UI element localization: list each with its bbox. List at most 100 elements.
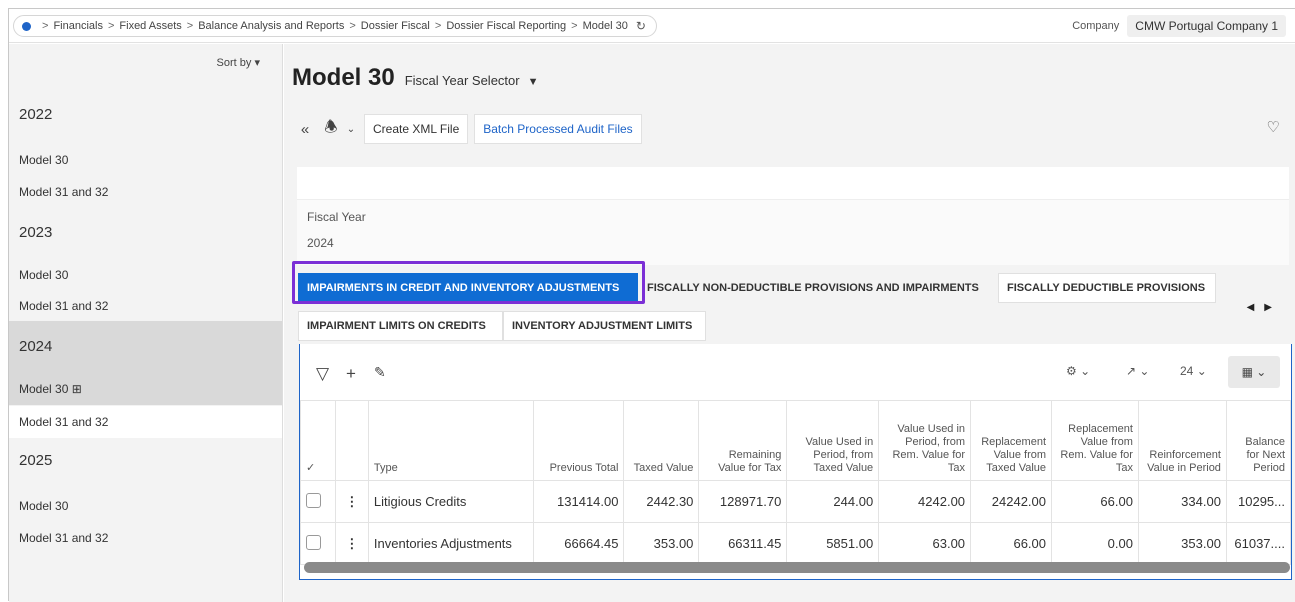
add-icon[interactable]: + <box>346 364 356 384</box>
tab-scroll-arrows-icon[interactable]: ◀▶ <box>1247 302 1282 313</box>
sidebar-item-label: Model 30 <box>19 382 69 396</box>
sidebar-item-model-30-selected[interactable]: Model 30 ⊞ <box>9 373 282 405</box>
row-menu-icon[interactable]: ⋮ <box>334 480 369 523</box>
export-icon[interactable]: ↗ ⌄ <box>1126 364 1149 378</box>
cell-used-rem: 4242.00 <box>878 480 972 523</box>
row-menu-column <box>334 400 369 481</box>
cell-type: Litigious Credits <box>367 480 534 523</box>
page-header: Model 30 Fiscal Year Selector ▼ <box>292 64 539 92</box>
page-size-select[interactable]: 24 ⌄ <box>1180 364 1207 378</box>
cell-used-taxed: 244.00 <box>786 480 880 523</box>
cell-balance-next: 10295... <box>1225 480 1292 523</box>
fiscal-year-selector[interactable]: Fiscal Year Selector <box>405 73 520 88</box>
page-title: Model 30 <box>292 64 395 91</box>
row-checkbox[interactable] <box>306 534 321 550</box>
cell-reinforcement: 353.00 <box>1137 522 1227 565</box>
sidebar-item-model-30[interactable]: Model 30 <box>9 144 282 176</box>
sidebar-item-model-31-32[interactable]: Model 31 and 32 <box>9 522 282 554</box>
sidebar-item-model-31-32[interactable]: Model 31 and 32 <box>9 406 282 438</box>
tab-inventory-adjustment-limits[interactable]: INVENTORY ADJUSTMENT LIMITS <box>503 311 706 341</box>
fiscal-year-label: Fiscal Year <box>307 210 366 224</box>
sidebar-item-model-31-32[interactable]: Model 31 and 32 <box>9 290 282 322</box>
row-checkbox[interactable] <box>306 492 321 508</box>
sidebar-item-model-31-32[interactable]: Model 31 and 32 <box>9 176 282 208</box>
breadcrumb-balance-analysis[interactable]: Balance Analysis and Reports <box>198 20 344 32</box>
toolbar: « 🕭 ⌄ Create XML File Batch Processed Au… <box>292 114 642 144</box>
data-grid: ▽ + ✎ ⚙ ⌄ ↗ ⌄ 24 ⌄ ▦ ⌄ ✓ Type Previous T… <box>299 344 1292 580</box>
sidebar-year-2022: 2022 <box>19 106 53 123</box>
row-menu-icon[interactable]: ⋮ <box>334 522 369 565</box>
app-frame: > Financials > Fixed Assets > Balance An… <box>8 8 1295 602</box>
sort-by-button[interactable]: Sort by ▾ <box>217 56 260 69</box>
filter-icon[interactable]: ▽ <box>316 364 329 384</box>
table-header-row: ✓ Type Previous Total Taxed Value Remain… <box>300 400 1292 481</box>
column-header[interactable]: Value Used in Period, from Taxed Value <box>786 400 880 481</box>
column-header[interactable]: Remaining Value for Tax <box>698 400 788 481</box>
column-header[interactable]: Reinforcement Value in Period <box>1137 400 1227 481</box>
table-row[interactable]: ⋮ Inventories Adjustments 66664.45 353.0… <box>300 522 1292 565</box>
collapse-panel-icon[interactable]: « <box>292 121 318 138</box>
cell-remaining-value: 66311.45 <box>698 522 788 565</box>
horizontal-scrollbar[interactable] <box>304 562 1290 573</box>
breadcrumb-separator: > <box>434 20 442 32</box>
column-header[interactable]: Replacement Value from Rem. Value for Ta… <box>1051 400 1139 481</box>
select-all-checkbox[interactable]: ✓ <box>300 400 336 481</box>
breadcrumb-separator: > <box>186 20 194 32</box>
row-checkbox-cell[interactable] <box>300 522 336 565</box>
company-label: Company <box>1072 20 1120 32</box>
breadcrumb: > Financials > Fixed Assets > Balance An… <box>13 15 657 37</box>
row-checkbox-cell[interactable] <box>300 480 336 523</box>
refresh-icon[interactable]: ↻ <box>636 19 646 33</box>
cell-previous-total: 66664.45 <box>532 522 625 565</box>
fiscal-year-value: 2024 <box>307 236 334 250</box>
breadcrumb-dossier-fiscal[interactable]: Dossier Fiscal <box>361 20 430 32</box>
cell-used-rem: 63.00 <box>878 522 972 565</box>
column-header[interactable]: Balance for Next Period <box>1225 400 1292 481</box>
caret-down-icon[interactable]: ▼ <box>528 76 539 88</box>
column-header[interactable]: Type <box>367 400 534 481</box>
breadcrumb-separator: > <box>349 20 356 32</box>
cell-previous-total: 131414.00 <box>532 480 625 523</box>
cell-used-taxed: 5851.00 <box>786 522 880 565</box>
settings-gear-icon[interactable]: ⚙ ⌄ <box>1066 364 1090 378</box>
cell-type: Inventories Adjustments <box>367 522 534 565</box>
sidebar: Sort by ▾ 2022 Model 30 Model 31 and 32 … <box>9 44 283 602</box>
sidebar-year-2024: 2024 <box>19 338 53 355</box>
table-row[interactable]: ⋮ Litigious Credits 131414.00 2442.30 12… <box>300 480 1292 523</box>
cell-reinforcement: 334.00 <box>1137 480 1227 523</box>
sidebar-item-model-30[interactable]: Model 30 <box>9 259 282 291</box>
header-panel <box>297 167 1289 199</box>
tab-fiscally-deductible[interactable]: FISCALLY DEDUCTIBLE PROVISIONS <box>998 273 1216 303</box>
batch-audit-files-button[interactable]: Batch Processed Audit Files <box>474 114 642 144</box>
column-header[interactable]: Taxed Value <box>623 400 700 481</box>
breadcrumb-separator: > <box>571 20 578 32</box>
data-table: ✓ Type Previous Total Taxed Value Remain… <box>300 400 1292 565</box>
breadcrumb-financials[interactable]: Financials <box>53 20 103 32</box>
column-header[interactable]: Value Used in Period, from Rem. Value fo… <box>878 400 972 481</box>
company-value[interactable]: CMW Portugal Company 1 <box>1127 15 1286 37</box>
favorite-heart-icon[interactable]: ♡ <box>1267 118 1280 136</box>
cell-replacement-rem: 66.00 <box>1051 480 1139 523</box>
breadcrumb-separator: > <box>107 20 115 32</box>
sidebar-item-model-30[interactable]: Model 30 <box>9 490 282 522</box>
cell-replacement-taxed: 24242.00 <box>970 480 1053 523</box>
chevron-down-icon[interactable]: ⌄ <box>344 124 358 135</box>
breadcrumb-fixed-assets[interactable]: Fixed Assets <box>119 20 181 32</box>
top-bar: > Financials > Fixed Assets > Balance An… <box>9 9 1295 43</box>
breadcrumb-separator: > <box>42 20 49 32</box>
table-view-button[interactable]: ▦ ⌄ <box>1228 356 1280 388</box>
tab-impairment-limits-credits[interactable]: IMPAIRMENT LIMITS ON CREDITS <box>298 311 503 341</box>
tab-highlight-box <box>292 261 645 304</box>
sidebar-year-2025: 2025 <box>19 452 53 469</box>
tab-fiscally-non-deductible[interactable]: FISCALLY NON-DEDUCTIBLE PROVISIONS AND I… <box>639 273 987 303</box>
caret-down-icon: ▾ <box>254 57 260 69</box>
bell-icon[interactable]: 🕭 <box>318 117 344 142</box>
breadcrumb-dossier-fiscal-reporting[interactable]: Dossier Fiscal Reporting <box>446 20 566 32</box>
edit-pencil-icon[interactable]: ✎ <box>374 364 386 381</box>
breadcrumb-model-30[interactable]: Model 30 <box>583 20 628 32</box>
fiscal-year-panel: Fiscal Year 2024 <box>297 199 1289 265</box>
column-header[interactable]: Replacement Value from Taxed Value <box>970 400 1053 481</box>
create-xml-button[interactable]: Create XML File <box>364 114 469 144</box>
main-content: Model 30 Fiscal Year Selector ▼ « 🕭 ⌄ Cr… <box>284 44 1295 602</box>
column-header[interactable]: Previous Total <box>532 400 625 481</box>
